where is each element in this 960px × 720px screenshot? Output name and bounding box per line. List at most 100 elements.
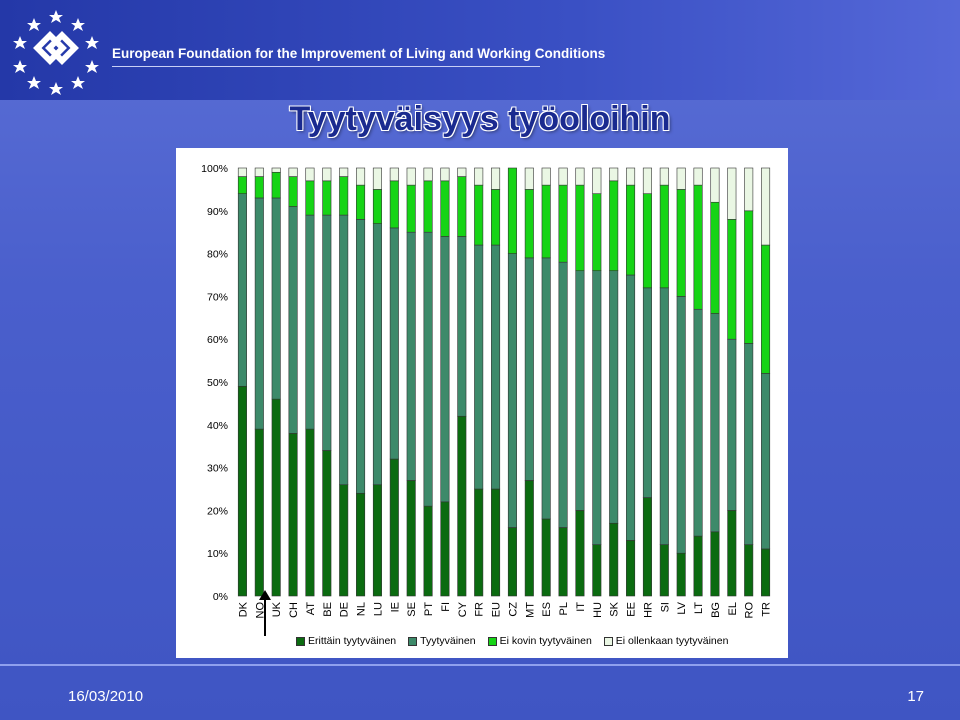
x-tick-label: RO <box>744 602 756 619</box>
y-tick-label: 80% <box>207 249 228 261</box>
x-tick-label: UK <box>271 601 283 617</box>
bar-segment-MT-4 <box>524 167 534 190</box>
bar-segment-IE-4 <box>389 167 399 182</box>
x-tick-label: IT <box>575 602 587 612</box>
x-tick-label: DE <box>339 602 351 617</box>
bar-segment-CH-2 <box>288 206 298 434</box>
x-tick-label: TR <box>761 602 773 617</box>
footer-divider <box>0 664 960 666</box>
bar-segment-LV-1 <box>676 552 686 597</box>
bar-segment-DK-2 <box>237 193 247 387</box>
bar-segment-HR-4 <box>642 167 652 194</box>
bar-segment-FI-2 <box>440 236 450 503</box>
bar-segment-HR-2 <box>642 287 652 498</box>
bar-segment-CH-1 <box>288 433 298 597</box>
bar-segment-DE-1 <box>339 484 349 597</box>
chart-panel: 0% 10% 20% 30% 40% 50% 60% 70% 80% 90% 100% DK NO UK C… <box>176 148 788 658</box>
x-tick-label: ES <box>541 602 553 617</box>
bar-segment-DK-1 <box>237 385 247 597</box>
slide-title: Tyytyväisyys työoloihin <box>289 100 671 138</box>
bar-segment-EE-2 <box>626 274 636 541</box>
legend-swatch <box>603 636 613 646</box>
bar-segment-LT-2 <box>693 308 703 537</box>
bar-segment-NL-1 <box>356 492 366 597</box>
x-tick-label: CH <box>288 602 300 618</box>
y-tick-label: 30% <box>207 463 228 475</box>
legend-item: Ei ollenkaan tyytyväinen <box>603 635 729 647</box>
x-tick-label: IE <box>389 602 401 612</box>
bar-segment-BE-2 <box>322 214 332 451</box>
bar-segment-UK-3 <box>271 171 281 199</box>
legend-swatch <box>408 636 418 646</box>
bar-segment-SE-2 <box>406 231 416 481</box>
bar-segment-PT-3 <box>423 180 433 233</box>
bar-segment-ES-1 <box>541 518 551 597</box>
x-tick-label: BG <box>710 602 722 618</box>
bar-segment-HR-3 <box>642 193 652 289</box>
bar-segment-CY-2 <box>457 236 467 417</box>
x-tick-label: EL <box>727 602 739 615</box>
legend-label: Tyytyväinen <box>420 635 476 647</box>
bar-segment-AT-3 <box>305 180 315 216</box>
bar-segment-BE-1 <box>322 450 332 597</box>
bar-segment-NO-4 <box>254 167 264 177</box>
bar-segment-LV-4 <box>676 167 686 190</box>
x-tick-label: CY <box>457 601 469 617</box>
bar-segment-EU-2 <box>491 244 501 490</box>
bar-segment-AT-1 <box>305 428 315 597</box>
y-tick-label: 90% <box>207 206 228 218</box>
bar-segment-TR-2 <box>761 373 771 550</box>
organization-name: European Foundation for the Improvement … <box>112 46 606 61</box>
stacked-bar-chart: 0%10%20%30%40%50%60%70%80%90%100%DK NO UK C… <box>201 163 773 619</box>
bar-segment-BG-2 <box>710 313 720 533</box>
x-tick-label: FI <box>440 602 452 612</box>
bar-segment-PL-3 <box>558 184 568 263</box>
bar-segment-HU-2 <box>592 270 602 545</box>
x-tick-label: LV <box>676 601 688 614</box>
x-tick-label: PT <box>423 602 435 616</box>
y-tick-label: 10% <box>207 548 228 560</box>
bar-segment-BE-3 <box>322 180 332 216</box>
bar-segment-CY-3 <box>457 176 467 237</box>
bar-segment-TR-4 <box>761 167 771 246</box>
x-tick-label: DK <box>237 601 249 617</box>
y-tick-label: 0% <box>213 591 228 603</box>
x-tick-label: HU <box>592 602 604 618</box>
bar-segment-NL-4 <box>356 167 366 186</box>
legend-label: Ei kovin tyytyväinen <box>499 635 592 647</box>
bar-segment-MT-3 <box>524 189 534 259</box>
bar-segment-PT-1 <box>423 505 433 597</box>
bar-segment-IT-2 <box>575 270 585 511</box>
x-tick-label: LT <box>693 602 705 614</box>
bar-segment-ES-4 <box>541 167 551 186</box>
bar-segment-SI-2 <box>659 287 669 545</box>
legend-item: Tyytyväinen <box>408 635 476 647</box>
bar-segment-EE-4 <box>626 167 636 186</box>
bar-segment-IE-3 <box>389 180 399 229</box>
x-tick-label: AT <box>305 602 317 616</box>
bar-segment-HR-1 <box>642 497 652 597</box>
bar-segment-AT-2 <box>305 214 315 430</box>
bar-segment-LU-2 <box>372 223 382 486</box>
legend-label: Ei ollenkaan tyytyväinen <box>615 635 729 647</box>
x-tick-label: HR <box>642 602 654 618</box>
eurofound-logo-icon <box>13 10 99 95</box>
bar-segment-LU-3 <box>372 189 382 224</box>
bar-segment-SK-4 <box>609 167 619 182</box>
bar-segment-NL-3 <box>356 184 366 220</box>
bar-segment-PT-2 <box>423 231 433 507</box>
legend-swatch <box>487 636 497 646</box>
bar-segment-IT-1 <box>575 510 585 597</box>
legend-swatch <box>296 636 305 646</box>
bar-segment-EL-3 <box>727 219 737 340</box>
y-tick-label: 40% <box>207 420 228 432</box>
bar-segment-SK-2 <box>609 270 619 524</box>
bar-segment-FI-4 <box>440 167 450 182</box>
bar-segment-LU-1 <box>372 484 382 597</box>
bar-segment-FR-3 <box>474 184 484 246</box>
x-tick-label: EU <box>491 602 503 617</box>
bar-segment-EU-1 <box>491 488 501 597</box>
header-divider <box>112 66 540 67</box>
bar-segment-LV-2 <box>676 296 686 554</box>
bar-segment-ES-2 <box>541 257 551 520</box>
